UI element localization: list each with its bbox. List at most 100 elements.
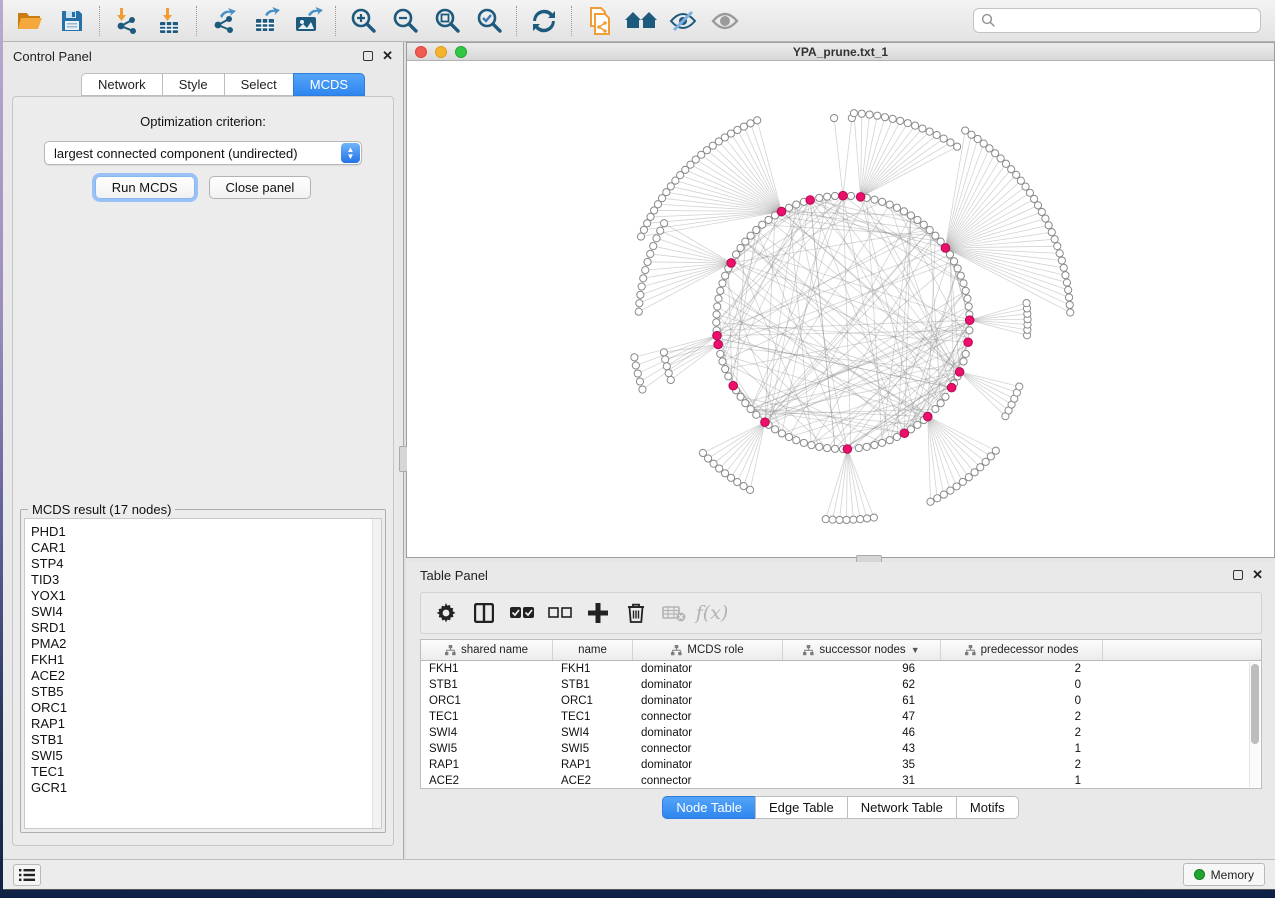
save-session-button[interactable]: [51, 3, 93, 39]
table-panel: Table Panel ✕: [406, 562, 1275, 859]
scrollbar-thumb[interactable]: [1251, 664, 1259, 744]
column-header-successor-nodes[interactable]: successor nodes▼: [783, 640, 941, 660]
column-header-MCDS-role[interactable]: MCDS role: [633, 640, 783, 660]
search-input[interactable]: [973, 8, 1261, 33]
close-panel-icon[interactable]: ✕: [382, 51, 393, 61]
cell-MCDS-role: dominator: [633, 663, 783, 675]
export-network-button[interactable]: [203, 3, 245, 39]
open-session-button[interactable]: [9, 3, 51, 39]
cell-predecessor-nodes: 1: [941, 775, 1103, 787]
show-column-panel-button[interactable]: [467, 596, 501, 630]
import-table-button[interactable]: [148, 3, 190, 39]
cell-name: STB1: [553, 679, 633, 691]
table-header-row: shared namenameMCDS rolesuccessor nodes▼…: [421, 640, 1261, 661]
result-node-item[interactable]: PMA2: [31, 636, 381, 652]
table-row[interactable]: SWI4SWI4dominator462: [421, 725, 1261, 741]
cell-successor-nodes: 96: [783, 663, 941, 675]
tab-node-table[interactable]: Node Table: [662, 796, 755, 819]
result-node-item[interactable]: YOX1: [31, 588, 381, 604]
column-header-predecessor-nodes[interactable]: predecessor nodes: [941, 640, 1103, 660]
import-network-button[interactable]: [106, 3, 148, 39]
cell-shared-name: ACE2: [421, 775, 553, 787]
column-header-shared-name[interactable]: shared name: [421, 640, 553, 660]
node-table: shared namenameMCDS rolesuccessor nodes▼…: [420, 639, 1262, 789]
result-node-item[interactable]: SRD1: [31, 620, 381, 636]
memory-label: Memory: [1211, 868, 1254, 882]
tab-edge-table[interactable]: Edge Table: [755, 796, 847, 819]
cell-successor-nodes: 31: [783, 775, 941, 787]
table-row[interactable]: ACE2ACE2connector311: [421, 773, 1261, 788]
result-node-item[interactable]: GCR1: [31, 780, 381, 796]
export-table-button[interactable]: [245, 3, 287, 39]
result-list-scrollbar[interactable]: [372, 519, 381, 828]
function-builder-button[interactable]: f(x): [695, 596, 729, 630]
table-row[interactable]: RAP1RAP1dominator352: [421, 757, 1261, 773]
dropdown-stepper-icon: ▲▼: [341, 143, 360, 163]
result-node-item[interactable]: SWI4: [31, 604, 381, 620]
table-row[interactable]: FKH1FKH1dominator962: [421, 661, 1261, 677]
zoom-fit-button[interactable]: [426, 3, 468, 39]
close-window-icon[interactable]: [415, 46, 427, 58]
column-header-name[interactable]: name: [553, 640, 633, 660]
zoom-selected-button[interactable]: [468, 3, 510, 39]
cell-MCDS-role: connector: [633, 743, 783, 755]
table-row[interactable]: ORC1ORC1dominator610: [421, 693, 1261, 709]
task-history-button[interactable]: [13, 864, 41, 886]
close-panel-button[interactable]: Close panel: [209, 176, 312, 199]
result-node-item[interactable]: CAR1: [31, 540, 381, 556]
float-panel-icon[interactable]: [1233, 570, 1243, 580]
result-node-item[interactable]: PHD1: [31, 524, 381, 540]
result-node-item[interactable]: RAP1: [31, 716, 381, 732]
search-icon: [981, 13, 996, 31]
zoom-out-button[interactable]: [384, 3, 426, 39]
tab-select[interactable]: Select: [224, 73, 293, 96]
table-scrollbar[interactable]: [1249, 662, 1260, 787]
delete-table-button[interactable]: [657, 596, 691, 630]
result-node-item[interactable]: ORC1: [31, 700, 381, 716]
criterion-dropdown[interactable]: largest connected component (undirected)…: [44, 141, 362, 165]
add-column-button[interactable]: [581, 596, 615, 630]
run-mcds-button[interactable]: Run MCDS: [95, 176, 195, 199]
show-all-button[interactable]: [704, 3, 746, 39]
control-panel: Control Panel ✕ NetworkStyleSelectMCDS O…: [3, 42, 403, 859]
result-node-item[interactable]: SWI5: [31, 748, 381, 764]
network-canvas[interactable]: [407, 61, 1274, 557]
float-panel-icon[interactable]: [363, 51, 373, 61]
table-settings-button[interactable]: [429, 596, 463, 630]
export-image-button[interactable]: [287, 3, 329, 39]
close-panel-icon[interactable]: ✕: [1252, 570, 1263, 580]
result-node-item[interactable]: FKH1: [31, 652, 381, 668]
result-node-item[interactable]: STB1: [31, 732, 381, 748]
first-neighbors-button[interactable]: [620, 3, 662, 39]
apply-layout-button[interactable]: [523, 3, 565, 39]
result-node-item[interactable]: ACE2: [31, 668, 381, 684]
result-node-item[interactable]: TEC1: [31, 764, 381, 780]
tab-network[interactable]: Network: [81, 73, 162, 96]
delete-column-button[interactable]: [619, 596, 653, 630]
cytoscape-window: Control Panel ✕ NetworkStyleSelectMCDS O…: [3, 0, 1275, 890]
clone-network-button[interactable]: [578, 3, 620, 39]
mcds-result-list[interactable]: PHD1CAR1STP4TID3YOX1SWI4SRD1PMA2FKH1ACE2…: [24, 518, 382, 829]
result-node-item[interactable]: STP4: [31, 556, 381, 572]
tab-style[interactable]: Style: [162, 73, 224, 96]
toolbar-separator: [516, 6, 517, 36]
table-row[interactable]: STB1STB1dominator620: [421, 677, 1261, 693]
result-node-item[interactable]: TID3: [31, 572, 381, 588]
table-row[interactable]: TEC1TEC1connector472: [421, 709, 1261, 725]
hide-selected-button[interactable]: [662, 3, 704, 39]
cell-shared-name: RAP1: [421, 759, 553, 771]
tab-network-table[interactable]: Network Table: [847, 796, 956, 819]
table-row[interactable]: SWI5SWI5connector431: [421, 741, 1261, 757]
toolbar-separator: [571, 6, 572, 36]
tab-motifs[interactable]: Motifs: [956, 796, 1019, 819]
deselect-all-button[interactable]: [543, 596, 577, 630]
select-all-button[interactable]: [505, 596, 539, 630]
zoom-in-button[interactable]: [342, 3, 384, 39]
result-node-item[interactable]: STB5: [31, 684, 381, 700]
network-title: YPA_prune.txt_1: [407, 45, 1274, 59]
memory-button[interactable]: Memory: [1183, 863, 1265, 886]
tab-mcds[interactable]: MCDS: [293, 73, 365, 96]
network-frame-titlebar[interactable]: YPA_prune.txt_1: [407, 43, 1274, 61]
maximize-window-icon[interactable]: [455, 46, 467, 58]
minimize-window-icon[interactable]: [435, 46, 447, 58]
